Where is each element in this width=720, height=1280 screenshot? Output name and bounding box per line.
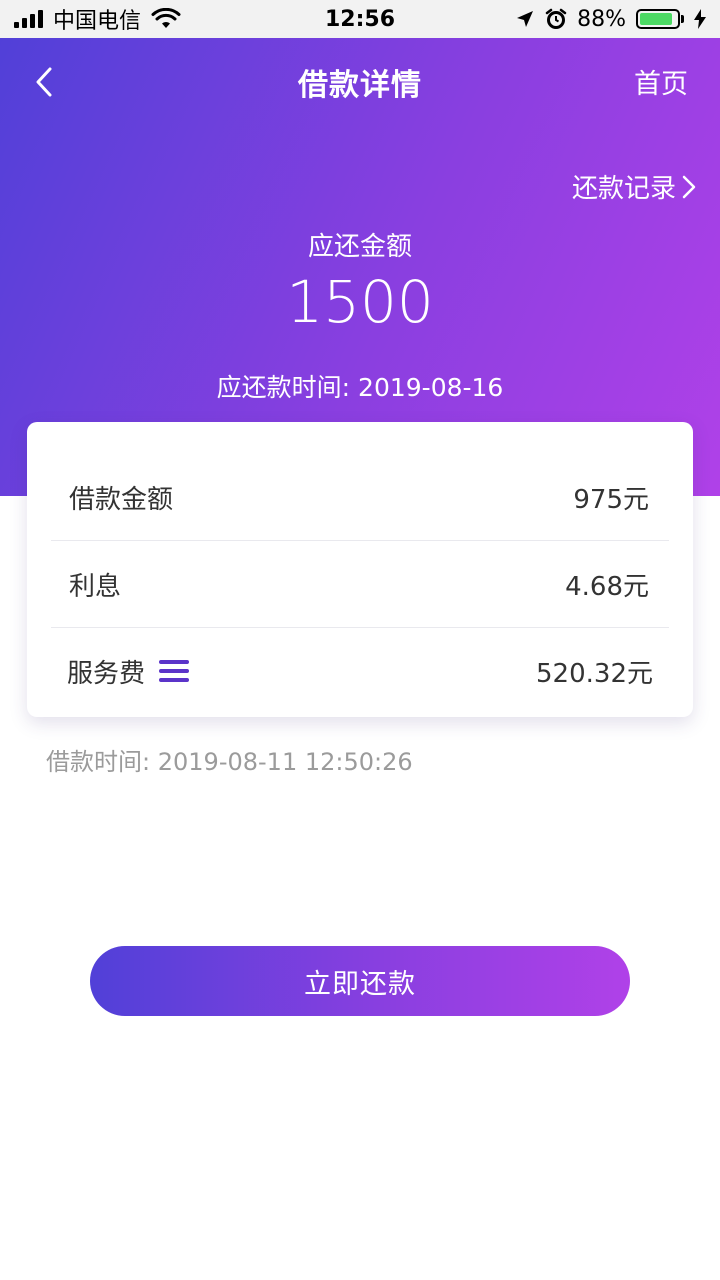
status-bar-left: 中国电信 bbox=[14, 3, 181, 35]
due-amount-label: 应还金额 bbox=[307, 232, 412, 262]
due-date-row: 应还款时间: 2019-08-16 bbox=[0, 368, 720, 404]
due-amount-value: 1500 bbox=[286, 268, 434, 336]
loan-time-value: 2019-08-11 12:50:26 bbox=[157, 748, 413, 776]
carrier-name: 中国电信 bbox=[53, 9, 142, 34]
loan-detail-screen: 中国电信 12:56 88% 借款详情 首页 还款记录 应还金额 1500 应还… bbox=[0, 0, 720, 1280]
back-button[interactable] bbox=[26, 64, 62, 100]
row-label-wrap: 利息 bbox=[51, 566, 121, 603]
repayment-records-link[interactable]: 还款记录 bbox=[572, 168, 696, 205]
chevron-left-icon bbox=[36, 67, 52, 97]
home-link[interactable]: 首页 bbox=[634, 62, 688, 101]
charging-icon bbox=[694, 9, 706, 29]
nav-bar: 借款详情 首页 bbox=[0, 38, 720, 126]
alarm-icon bbox=[545, 8, 567, 29]
due-date-value: 2019-08-16 bbox=[358, 373, 504, 402]
detail-row-interest: 利息 4.68元 bbox=[51, 542, 669, 628]
row-label-wrap: 借款金额 bbox=[51, 479, 173, 516]
service-fee-label: 服务费 bbox=[67, 658, 146, 689]
repay-now-button[interactable]: 立即还款 bbox=[90, 946, 630, 1016]
status-bar-right: 88% bbox=[515, 7, 706, 32]
page-title: 借款详情 bbox=[298, 68, 422, 103]
detail-row-principal: 借款金额 975元 bbox=[51, 455, 669, 541]
battery-icon bbox=[636, 9, 684, 29]
detail-row-service-fee: 服务费 520.32元 bbox=[51, 628, 669, 714]
interest-label: 利息 bbox=[69, 572, 122, 602]
interest-value: 4.68元 bbox=[565, 572, 649, 602]
repayment-records-label: 还款记录 bbox=[571, 174, 676, 204]
row-label-wrap: 服务费 bbox=[51, 653, 190, 690]
location-icon bbox=[517, 11, 534, 27]
battery-percent: 88% bbox=[577, 6, 626, 32]
signal-icon bbox=[14, 10, 43, 28]
loan-time-row: 借款时间: 2019-08-11 12:50:26 bbox=[46, 742, 413, 777]
principal-value: 975元 bbox=[573, 485, 649, 515]
loan-detail-card: 借款金额 975元 利息 4.68元 服务费 520.32元 bbox=[27, 422, 693, 717]
status-bar: 中国电信 12:56 88% bbox=[0, 0, 720, 38]
menu-icon[interactable] bbox=[159, 660, 190, 682]
service-fee-value: 520.32元 bbox=[536, 658, 653, 689]
chevron-right-icon bbox=[682, 175, 696, 198]
due-date-label: 应还款时间: bbox=[216, 373, 351, 402]
principal-label: 借款金额 bbox=[69, 485, 174, 515]
loan-time-label: 借款时间: bbox=[46, 748, 151, 776]
wifi-icon bbox=[151, 8, 181, 28]
